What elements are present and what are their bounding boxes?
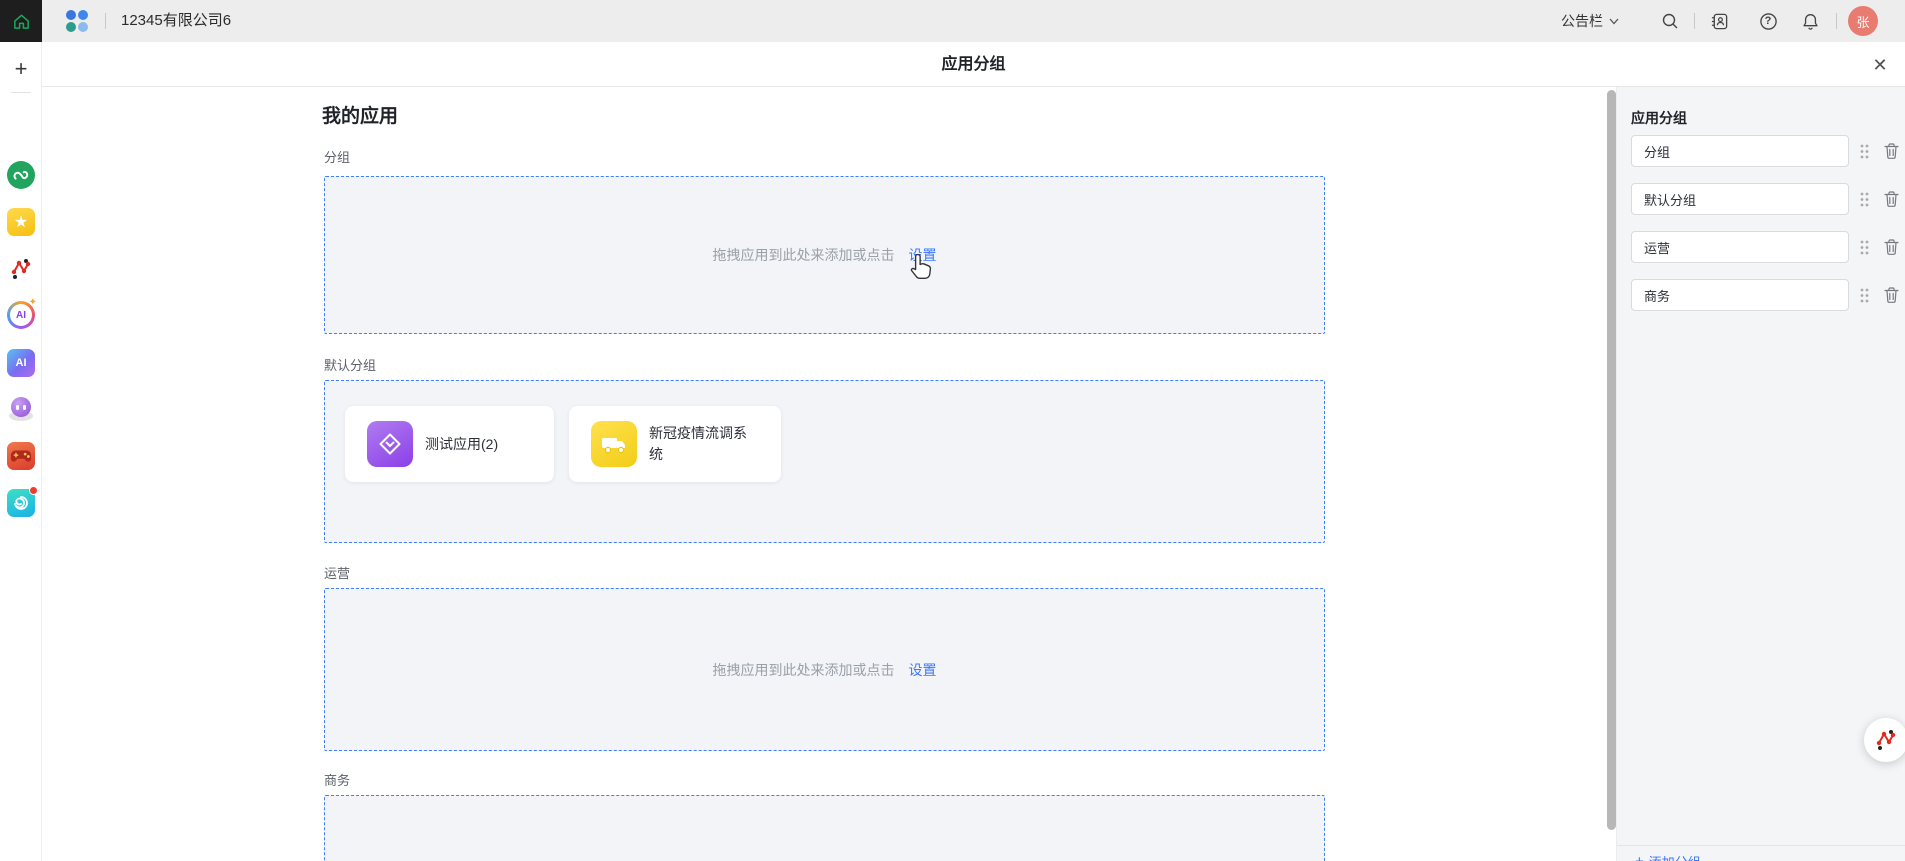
home-button[interactable]	[0, 0, 42, 42]
add-group-button[interactable]: + 添加分组	[1635, 852, 1701, 861]
address-book-icon[interactable]	[1707, 9, 1731, 33]
dropzone-group-2[interactable]: 测试应用(2) 新冠疫情流调系统	[324, 380, 1325, 543]
logo-dot	[78, 22, 88, 32]
notification-badge	[29, 486, 38, 495]
main-content: 我的应用 分组 拖拽应用到此处来添加或点击 设置 默认分组 测试应用(2)	[42, 87, 1607, 861]
help-icon[interactable]: ?	[1756, 9, 1780, 33]
close-icon[interactable]: ✕	[1867, 52, 1893, 78]
vertical-scrollbar[interactable]	[1607, 90, 1616, 830]
group-name-input[interactable]	[1631, 279, 1849, 311]
ai-text: AI	[16, 357, 27, 369]
loop-app-icon[interactable]	[7, 161, 35, 189]
network-icon	[1874, 728, 1898, 752]
app-card-label: 测试应用(2)	[425, 406, 543, 482]
group-label: 商务	[324, 770, 350, 789]
panel-title: 应用分组	[1631, 108, 1687, 128]
group-row	[1617, 231, 1905, 263]
app-card-label: 新冠疫情流调系统	[649, 406, 757, 482]
app-card-test[interactable]: 测试应用(2)	[345, 406, 554, 482]
divider	[1617, 845, 1905, 846]
logo-dot	[78, 10, 88, 20]
group-name-input[interactable]	[1631, 183, 1849, 215]
bell-icon[interactable]	[1798, 9, 1822, 33]
sparkle-glyph: ✦	[29, 297, 37, 308]
topbar: 12345有限公司6 公告栏 ?	[0, 0, 1905, 42]
page: 12345有限公司6 公告栏 ?	[0, 0, 1905, 861]
workbench-logo[interactable]	[66, 10, 88, 32]
logo-dot	[66, 22, 76, 32]
group-row	[1617, 135, 1905, 167]
dropzone-hint: 拖拽应用到此处来添加或点击	[713, 660, 895, 680]
truck-app-icon	[591, 421, 637, 467]
robot-eye	[16, 405, 19, 410]
drag-handle-icon[interactable]	[1860, 240, 1869, 255]
plus-icon: +	[1635, 853, 1644, 861]
page-title: 我的应用	[322, 101, 398, 128]
group-label: 运营	[324, 563, 350, 582]
add-app-button[interactable]: +	[0, 55, 42, 83]
group-edit-panel: 应用分组	[1616, 87, 1905, 861]
modal-header: 应用分组 ✕	[42, 42, 1905, 87]
group-label: 默认分组	[324, 355, 376, 374]
chat-app-icon[interactable]	[7, 489, 35, 517]
divider	[1694, 13, 1695, 29]
game-app-icon[interactable]	[7, 442, 35, 470]
app-rail: + ★ AI ✦ AI	[0, 42, 42, 861]
delete-group-icon[interactable]	[1884, 191, 1899, 207]
dropzone-group-4[interactable]	[324, 795, 1325, 861]
delete-group-icon[interactable]	[1884, 143, 1899, 159]
home-icon	[12, 12, 31, 31]
drag-handle-icon[interactable]	[1860, 144, 1869, 159]
settings-link[interactable]: 设置	[909, 245, 937, 265]
group-name-input[interactable]	[1631, 231, 1849, 263]
star-glyph: ★	[14, 212, 28, 232]
robot-app-icon[interactable]	[7, 395, 35, 423]
help-glyph: ?	[1765, 15, 1772, 27]
ai-text: AI	[16, 310, 26, 321]
star-app-icon[interactable]: ★	[7, 208, 35, 236]
app-card-covid[interactable]: 新冠疫情流调系统	[569, 406, 781, 482]
ai-ring: AI ✦	[7, 301, 35, 329]
announcement-dropdown[interactable]: 公告栏	[1561, 0, 1619, 42]
group-name-input[interactable]	[1631, 135, 1849, 167]
announcement-label: 公告栏	[1561, 11, 1603, 31]
drag-handle-icon[interactable]	[1860, 192, 1869, 207]
add-group-label: 添加分组	[1649, 852, 1701, 861]
modal-title: 应用分组	[42, 42, 1905, 87]
divider	[11, 92, 31, 93]
network-app-icon[interactable]	[7, 255, 35, 283]
dropzone-group-3[interactable]: 拖拽应用到此处来添加或点击 设置	[324, 588, 1325, 751]
avatar[interactable]: 张	[1848, 6, 1878, 36]
divider	[105, 13, 106, 29]
delete-group-icon[interactable]	[1884, 239, 1899, 255]
logo-dot	[66, 10, 76, 20]
group-label: 分组	[324, 147, 350, 166]
ai-app-icon[interactable]: AI	[7, 349, 35, 377]
dropzone-hint: 拖拽应用到此处来添加或点击	[713, 245, 895, 265]
settings-link[interactable]: 设置	[909, 660, 937, 680]
drag-handle-icon[interactable]	[1860, 288, 1869, 303]
divider	[1836, 13, 1837, 29]
company-name[interactable]: 12345有限公司6	[121, 0, 231, 42]
diamond-app-icon	[367, 421, 413, 467]
chevron-down-icon	[1609, 18, 1619, 25]
dropzone-group-1[interactable]: 拖拽应用到此处来添加或点击 设置	[324, 176, 1325, 334]
delete-group-icon[interactable]	[1884, 287, 1899, 303]
search-icon[interactable]	[1658, 9, 1682, 33]
robot-eye	[23, 405, 26, 410]
robot-head	[11, 397, 31, 417]
ai-badge-app-icon[interactable]: AI ✦	[7, 301, 35, 329]
network-floating-button[interactable]	[1864, 718, 1905, 762]
group-row	[1617, 183, 1905, 215]
group-row	[1617, 279, 1905, 311]
